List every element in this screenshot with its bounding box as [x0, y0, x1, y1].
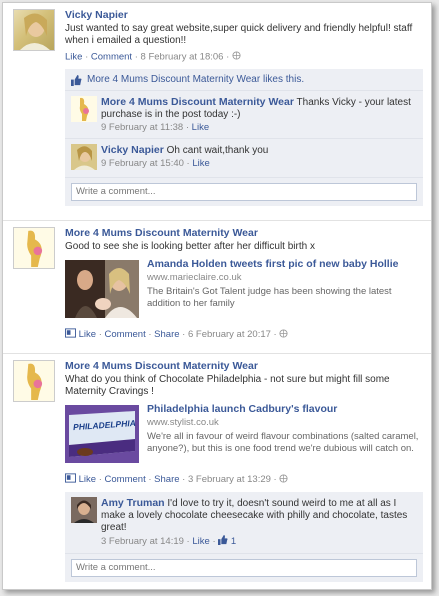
like-link[interactable]: Like — [65, 52, 82, 63]
globe-icon — [279, 328, 288, 341]
post-text: Just wanted to say great website,super q… — [65, 23, 413, 46]
like-link[interactable]: Like — [79, 329, 96, 340]
likes-text[interactable]: More 4 Mums Discount Maternity Wear like… — [87, 74, 304, 85]
post-actions: Like · Comment · 8 February at 18:06 · — [65, 51, 423, 63]
share-url: www.stylist.co.uk — [147, 417, 219, 428]
post-philadelphia-share: More 4 Mums Discount Maternity Wear What… — [3, 354, 431, 492]
post-actions: Like · Comment · Share · 6 February at 2… — [65, 328, 423, 341]
comment-row: Amy Truman I'd love to try it, doesn't s… — [65, 492, 423, 554]
facebook-wall: Vicky Napier Just wanted to say great we… — [2, 2, 432, 590]
profile-photo-icon — [20, 13, 50, 50]
shared-link[interactable]: Amanda Holden tweets first pic of new ba… — [65, 258, 423, 324]
comment-input[interactable]: Write a comment... — [71, 183, 417, 201]
comment-row: More 4 Mums Discount Maternity Wear Than… — [65, 91, 423, 139]
news-photo-thumbnail[interactable] — [65, 260, 139, 318]
globe-icon — [279, 473, 288, 486]
share-description: The Britain's Got Talent judge has been … — [147, 286, 392, 309]
share-button[interactable]: Share — [154, 329, 179, 340]
post-author[interactable]: More 4 Mums Discount Maternity Wear — [65, 227, 423, 239]
philadelphia-product-thumbnail[interactable]: PHILADELPHIA — [65, 405, 139, 463]
comment-time[interactable]: 9 February at 11:38 — [101, 122, 183, 133]
post-actions: Like · Comment · Share · 3 February at 1… — [65, 473, 423, 486]
maternity-logo-icon[interactable] — [13, 360, 55, 402]
comment-like-link[interactable]: Like — [192, 536, 209, 547]
thumbs-up-icon — [71, 75, 82, 89]
thumbs-up-icon[interactable] — [218, 535, 228, 548]
product-pack-icon — [65, 405, 139, 463]
share-button[interactable]: Share — [154, 474, 179, 485]
post-author[interactable]: Vicky Napier — [65, 9, 423, 21]
post-text: What do you think of Chocolate Philadelp… — [65, 374, 390, 397]
post-amanda-share: More 4 Mums Discount Maternity Wear Good… — [3, 221, 431, 347]
globe-icon — [232, 51, 241, 63]
comments-block: Amy Truman I'd love to try it, doesn't s… — [65, 492, 423, 582]
post-text: Good to see she is looking better after … — [65, 241, 315, 252]
comment-like-link[interactable]: Like — [192, 158, 209, 169]
maternity-logo-icon[interactable] — [71, 96, 97, 122]
comment-composer: Write a comment... — [65, 554, 423, 582]
comment-link[interactable]: Comment — [105, 474, 146, 485]
share-description: We're all in favour of weird flavour com… — [147, 431, 419, 454]
share-link-icon — [65, 473, 76, 486]
comment-text: Oh cant wait,thank you — [166, 145, 269, 156]
comment-input[interactable]: Write a comment... — [71, 559, 417, 577]
comment-like-link[interactable]: Like — [192, 122, 209, 133]
post-vicky: Vicky Napier Just wanted to say great we… — [3, 3, 431, 69]
like-link[interactable]: Like — [79, 474, 96, 485]
profile-photo-icon[interactable] — [71, 144, 97, 170]
post-time[interactable]: 3 February at 13:29 — [188, 474, 271, 485]
share-title[interactable]: Philadelphia launch Cadbury's flavour — [147, 403, 423, 416]
comment-time[interactable]: 3 February at 14:19 — [101, 536, 184, 547]
share-link-icon — [65, 328, 76, 341]
profile-photo-icon[interactable] — [71, 497, 97, 523]
comment-author[interactable]: Vicky Napier — [101, 144, 164, 156]
post-time[interactable]: 6 February at 20:17 — [188, 329, 271, 340]
likes-row: More 4 Mums Discount Maternity Wear like… — [65, 69, 423, 91]
avatar[interactable] — [13, 9, 55, 51]
share-url: www.marieclaire.co.uk — [147, 272, 242, 283]
post-time[interactable]: 8 February at 18:06 — [141, 52, 224, 63]
comment-author[interactable]: More 4 Mums Discount Maternity Wear — [101, 96, 294, 108]
comment-composer: Write a comment... — [65, 178, 423, 206]
maternity-logo-icon[interactable] — [13, 227, 55, 269]
shared-link[interactable]: PHILADELPHIA Philadelphia launch Cadbury… — [65, 403, 423, 469]
comments-block: More 4 Mums Discount Maternity Wear like… — [65, 69, 423, 206]
post-author[interactable]: More 4 Mums Discount Maternity Wear — [65, 360, 423, 372]
comment-author[interactable]: Amy Truman — [101, 497, 165, 509]
comment-link[interactable]: Comment — [91, 52, 132, 63]
comment-link[interactable]: Comment — [105, 329, 146, 340]
like-count[interactable]: 1 — [231, 536, 236, 547]
comment-time[interactable]: 9 February at 15:40 — [101, 158, 184, 169]
comment-row: Vicky Napier Oh cant wait,thank you 9 Fe… — [65, 139, 423, 178]
share-title[interactable]: Amanda Holden tweets first pic of new ba… — [147, 258, 423, 271]
